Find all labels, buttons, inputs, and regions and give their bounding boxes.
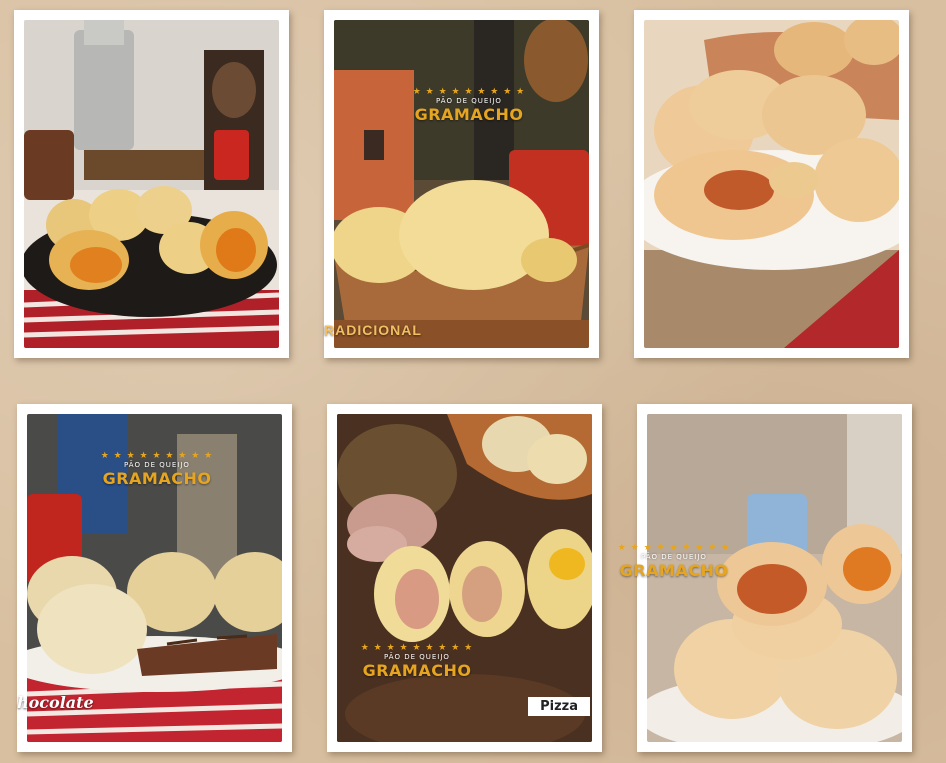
logo-stars: ★ ★ ★ ★ ★ ★ ★ ★ ★	[617, 543, 731, 553]
photo-2-image	[334, 20, 589, 348]
photo-4-caption: hocolate	[17, 693, 94, 712]
logo-subtitle: PÃO DE QUEIJO	[436, 97, 502, 105]
photo-card-5: ★ ★ ★ ★ ★ ★ ★ ★ ★ PÃO DE QUEIJO GRAMACHO…	[327, 404, 602, 752]
logo-brand-name: GRAMACHO	[102, 469, 212, 488]
brand-logo: ★ ★ ★ ★ ★ ★ ★ ★ ★ PÃO DE QUEIJO GRAMACHO	[599, 543, 749, 581]
photo-card-4: ★ ★ ★ ★ ★ ★ ★ ★ ★ PÃO DE QUEIJO GRAMACHO…	[17, 404, 292, 752]
logo-subtitle: PÃO DE QUEIJO	[124, 461, 190, 469]
logo-brand-name: GRAMACHO	[362, 661, 472, 680]
logo-stars: ★ ★ ★ ★ ★ ★ ★ ★ ★	[100, 451, 214, 461]
photo-5-image	[337, 414, 592, 742]
logo-subtitle: PÃO DE QUEIJO	[384, 653, 450, 661]
photo-card-2: ★ ★ ★ ★ ★ ★ ★ ★ ★ PÃO DE QUEIJO GRAMACHO…	[324, 10, 599, 358]
logo-subtitle: PÃO DE QUEIJO	[641, 553, 707, 561]
photo-3-image	[644, 20, 899, 348]
logo-stars: ★ ★ ★ ★ ★ ★ ★ ★ ★	[360, 643, 474, 653]
brand-logo: ★ ★ ★ ★ ★ ★ ★ ★ ★ PÃO DE QUEIJO GRAMACHO	[394, 87, 544, 125]
photo-1-image	[24, 20, 279, 348]
photo-5-caption: Pizza	[528, 697, 590, 716]
logo-stars: ★ ★ ★ ★ ★ ★ ★ ★ ★	[412, 87, 526, 97]
photo-card-1	[14, 10, 289, 358]
brand-logo: ★ ★ ★ ★ ★ ★ ★ ★ ★ PÃO DE QUEIJO GRAMACHO	[342, 643, 492, 681]
logo-brand-name: GRAMACHO	[619, 561, 729, 580]
photo-card-6: ★ ★ ★ ★ ★ ★ ★ ★ ★ PÃO DE QUEIJO GRAMACHO	[618, 404, 912, 752]
photo-2-caption: RADICIONAL	[324, 322, 422, 338]
photo-card-3	[634, 10, 909, 358]
logo-brand-name: GRAMACHO	[414, 105, 524, 124]
brand-logo: ★ ★ ★ ★ ★ ★ ★ ★ ★ PÃO DE QUEIJO GRAMACHO	[82, 451, 232, 489]
